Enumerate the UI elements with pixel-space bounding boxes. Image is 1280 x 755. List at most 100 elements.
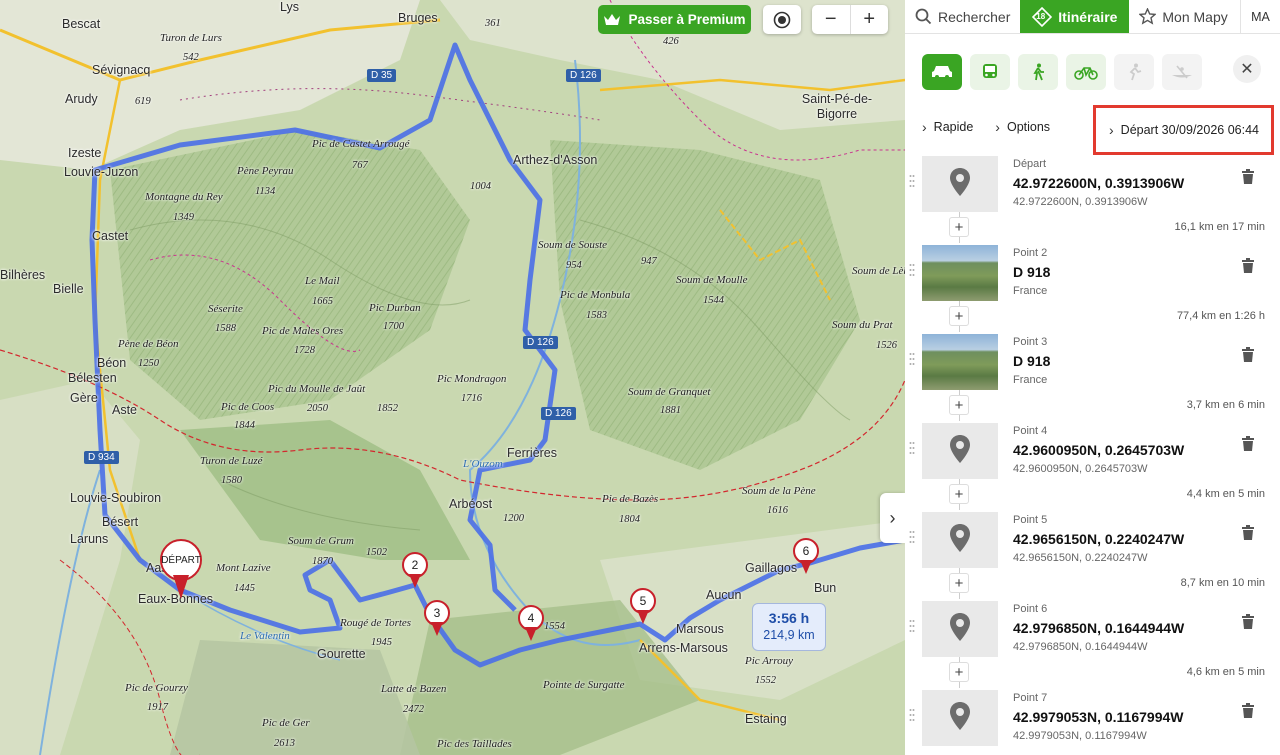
- waypoint-row[interactable]: Point 3 D 918 France: [905, 332, 1280, 390]
- waypoint-row[interactable]: Point 5 42.9656150N, 0.2240247W 42.9656150…: [905, 510, 1280, 568]
- options-option[interactable]: › Options: [995, 115, 1050, 139]
- add-waypoint-button[interactable]: +: [949, 217, 969, 237]
- map-altitude: 1804: [619, 514, 640, 525]
- map-town-label: Estaing: [745, 712, 787, 726]
- route-options: › Rapide › Options › Départ 30/09/2026 0…: [922, 105, 1274, 155]
- delete-waypoint-button[interactable]: [1241, 168, 1259, 188]
- top-nav: Rechercher 18 Itinéraire Mon Mapy MA: [905, 0, 1280, 34]
- premium-button[interactable]: Passer à Premium: [598, 5, 751, 34]
- rapide-option[interactable]: › Rapide: [922, 115, 973, 139]
- delete-waypoint-button[interactable]: [1241, 702, 1259, 722]
- drag-handle-icon[interactable]: [909, 530, 915, 544]
- bike-icon: [1074, 67, 1098, 80]
- map-altitude: 947: [641, 256, 657, 267]
- add-waypoint-button[interactable]: +: [949, 306, 969, 326]
- star-icon: [1139, 8, 1157, 25]
- mode-run-button[interactable]: [1114, 54, 1154, 90]
- mode-boat-button[interactable]: [1162, 54, 1202, 90]
- add-waypoint-button[interactable]: +: [949, 395, 969, 415]
- close-itinerary-button[interactable]: ✕: [1233, 55, 1261, 83]
- waypoint-row[interactable]: Point 6 42.9796850N, 0.1644944W 42.9796850…: [905, 599, 1280, 657]
- nav-search[interactable]: Rechercher: [905, 0, 1020, 33]
- map-peak-label: Mont Lazive: [216, 562, 271, 574]
- add-waypoint-button[interactable]: +: [949, 573, 969, 593]
- route-marker-5[interactable]: 5: [630, 588, 656, 624]
- waypoint-photo: [922, 334, 998, 390]
- map-view[interactable]: Bescat Sévignacq Arudy Izeste Louvie-Juz…: [0, 0, 905, 755]
- chevron-right-icon: ›: [922, 119, 927, 135]
- waypoint-row[interactable]: Point 4 42.9600950N, 0.2645703W 42.9600950…: [905, 421, 1280, 479]
- route-marker-3[interactable]: 3: [424, 600, 450, 636]
- user-avatar[interactable]: MA: [1240, 0, 1280, 33]
- waypoint-list: Départ 42.9722600N, 0.3913906W 42.9722600N…: [905, 154, 1280, 746]
- map-peak-label: Pic Arrouy: [745, 655, 793, 667]
- route-segment: +3,7 km en 6 min: [905, 390, 1280, 421]
- route-segment: +16,1 km en 17 min: [905, 212, 1280, 243]
- waypoint-row[interactable]: Départ 42.9722600N, 0.3913906W 42.9722600N…: [905, 154, 1280, 212]
- delete-waypoint-button[interactable]: [1241, 435, 1259, 455]
- trash-icon: [1241, 347, 1255, 367]
- waypoint-subtitle: 42.9656150N, 0.2240247W: [1013, 552, 1148, 564]
- mode-walk-button[interactable]: [1018, 54, 1058, 90]
- waypoint-label: Point 5: [1013, 514, 1048, 526]
- map-altitude: 1134: [255, 186, 276, 197]
- delete-waypoint-button[interactable]: [1241, 346, 1259, 366]
- zoom-out-button[interactable]: −: [812, 5, 851, 34]
- location-pin-icon: [949, 523, 971, 558]
- map-peak-label: Pic des Taillades: [437, 738, 512, 750]
- add-waypoint-button[interactable]: +: [949, 484, 969, 504]
- map-altitude: 2613: [274, 738, 295, 749]
- waypoint-name: D 918: [1013, 264, 1051, 280]
- trash-icon: [1241, 258, 1255, 278]
- trash-icon: [1241, 525, 1255, 545]
- canoe-icon: [1172, 65, 1192, 79]
- map-town-label: Bun: [814, 581, 837, 595]
- route-marker-start[interactable]: DÉPART: [160, 539, 202, 601]
- plus-icon: +: [954, 574, 964, 592]
- delete-waypoint-button[interactable]: [1241, 524, 1259, 544]
- road-shield: D 126: [566, 69, 601, 82]
- river-label: Le Valentin: [240, 630, 290, 642]
- map-altitude: 1004: [470, 181, 491, 192]
- depart-time-option[interactable]: › Départ 30/09/2026 06:44: [1093, 105, 1274, 155]
- route-marker-2[interactable]: 2: [402, 552, 428, 588]
- waypoint-pin-thumb: [922, 512, 998, 568]
- waypoint-subtitle: 42.9722600N, 0.3913906W: [1013, 196, 1148, 208]
- drag-handle-icon[interactable]: [909, 619, 915, 633]
- route-summary-bubble[interactable]: 3:56 h 214,9 km: [752, 603, 826, 651]
- route-marker-4[interactable]: 4: [518, 605, 544, 641]
- nav-mymapy[interactable]: Mon Mapy: [1129, 0, 1237, 33]
- map-altitude: 361: [485, 18, 501, 29]
- zoom-in-button[interactable]: +: [851, 5, 889, 34]
- map-peak-label: Pic de Coos: [221, 401, 275, 413]
- waypoint-row[interactable]: Point 7 42.9979053N, 0.1167994W 42.9979053…: [905, 688, 1280, 746]
- drag-handle-icon[interactable]: [909, 263, 915, 277]
- mode-bike-button[interactable]: [1066, 54, 1106, 90]
- delete-waypoint-button[interactable]: [1241, 257, 1259, 277]
- map-altitude: 1716: [461, 393, 482, 404]
- delete-waypoint-button[interactable]: [1241, 613, 1259, 633]
- waypoint-name: 42.9656150N, 0.2240247W: [1013, 531, 1185, 547]
- drag-handle-icon[interactable]: [909, 352, 915, 366]
- waypoint-row[interactable]: Point 2 D 918 France: [905, 243, 1280, 301]
- map-altitude: 1700: [383, 321, 404, 332]
- mode-bus-button[interactable]: [970, 54, 1010, 90]
- map-altitude: 1844: [234, 420, 255, 431]
- drag-handle-icon[interactable]: [909, 441, 915, 455]
- map-peak-label: Soum du Prat: [832, 319, 893, 331]
- map-town-label: Louvie-Juzon: [64, 165, 139, 179]
- add-waypoint-button[interactable]: +: [949, 662, 969, 682]
- mode-car-button[interactable]: [922, 54, 962, 90]
- collapse-panel-button[interactable]: ›: [880, 493, 905, 543]
- map-altitude: 1445: [234, 583, 255, 594]
- locate-button[interactable]: [763, 5, 801, 34]
- drag-handle-icon[interactable]: [909, 708, 915, 722]
- map-peak-label: Latte de Bazen: [381, 683, 447, 695]
- map-peak-label: Turon de Lurs: [160, 32, 222, 44]
- map-town-label: Castet: [92, 229, 129, 243]
- drag-handle-icon[interactable]: [909, 174, 915, 188]
- nav-itinerary[interactable]: 18 Itinéraire: [1020, 0, 1130, 33]
- map-altitude: 542: [183, 52, 199, 63]
- route-marker-6[interactable]: 6: [793, 538, 819, 574]
- marker-tip: [431, 622, 443, 636]
